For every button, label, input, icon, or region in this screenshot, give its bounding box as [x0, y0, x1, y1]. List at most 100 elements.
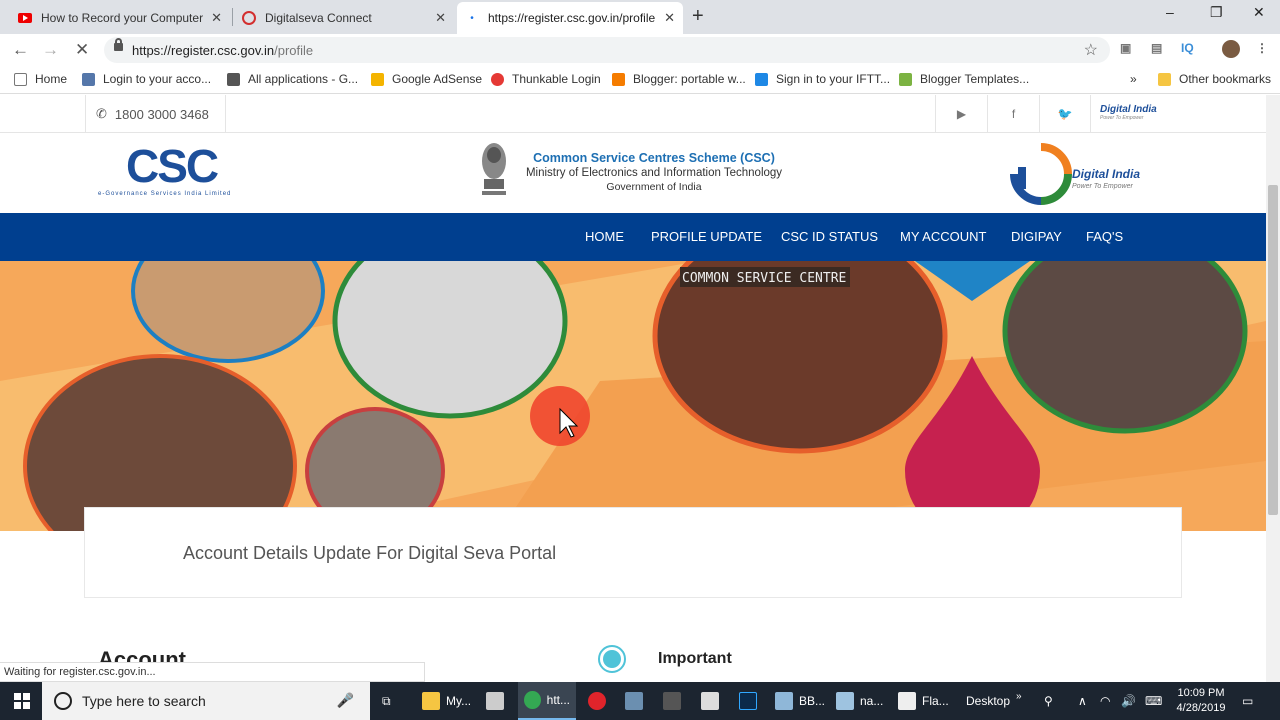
microphone-icon[interactable]: 🎤: [337, 692, 354, 709]
youtube-icon[interactable]: ▶: [935, 95, 987, 133]
digital-india-tagline: Power To Empower: [1072, 183, 1133, 190]
url-path: /profile: [274, 42, 314, 58]
bookmarks-bar: Home Login to your acco... All applicati…: [0, 66, 1280, 94]
app-icon: [625, 692, 643, 710]
windows-start-icon[interactable]: [14, 682, 30, 720]
nav-profile-update[interactable]: PROFILE UPDATE: [651, 213, 762, 261]
close-window-button[interactable]: ✕: [1253, 4, 1265, 21]
folder-icon: [1158, 72, 1171, 86]
nav-home[interactable]: HOME: [585, 213, 624, 261]
taskbar-search-input[interactable]: Type here to search 🎤: [42, 682, 370, 720]
page-scrollbar[interactable]: [1266, 95, 1280, 682]
show-hidden-icons-chevron-icon[interactable]: ∧: [1078, 682, 1087, 720]
ifttt-icon: [755, 72, 768, 86]
lock-icon: [114, 38, 123, 51]
new-tab-button[interactable]: +: [692, 5, 704, 28]
important-indicator-icon: [598, 645, 626, 673]
taskbar-app-tool4[interactable]: [701, 682, 725, 720]
volume-icon[interactable]: 🔊: [1121, 682, 1136, 720]
taskbar-app-tool2[interactable]: [625, 682, 649, 720]
keyboard-icon[interactable]: ⌨: [1145, 682, 1162, 720]
tab-title: https://register.csc.gov.in/profile: [488, 11, 656, 25]
profile-avatar[interactable]: [1222, 40, 1240, 58]
wifi-icon[interactable]: ◠: [1100, 682, 1110, 720]
csc-logo[interactable]: CSC e-Governance Services India Limited: [98, 141, 248, 201]
taskbar-app-tool3[interactable]: [663, 682, 687, 720]
bookmark-adsense[interactable]: Google AdSense: [371, 72, 482, 86]
taskbar-app-opera[interactable]: [588, 682, 612, 720]
close-tab-icon[interactable]: ✕: [211, 10, 222, 26]
tool-icon: [486, 692, 504, 710]
tab-youtube[interactable]: How to Record your Computer S ✕: [10, 2, 230, 34]
notification-icon[interactable]: ▭: [1242, 682, 1253, 720]
people-icon[interactable]: ⚲: [1044, 682, 1053, 720]
close-tab-icon[interactable]: ✕: [435, 10, 446, 26]
close-tab-icon[interactable]: ✕: [664, 10, 675, 26]
bookmark-label: Login to your acco...: [103, 72, 212, 86]
bookmark-thunkable[interactable]: Thunkable Login: [491, 72, 601, 86]
tab-title: Digitalseva Connect: [265, 11, 372, 25]
play-store-icon: [227, 72, 240, 86]
bookmark-label: Google AdSense: [392, 72, 483, 86]
header-logos: CSC e-Governance Services India Limited …: [0, 133, 1266, 213]
minimize-button[interactable]: –: [1166, 4, 1174, 20]
app-icon: [775, 692, 793, 710]
maximize-button[interactable]: ❐: [1210, 4, 1223, 21]
link-icon: [82, 72, 95, 86]
bookmark-ifttt[interactable]: Sign in to your IFTT...: [755, 72, 890, 86]
bookmark-blogger-templates[interactable]: Blogger Templates...: [899, 72, 1029, 86]
back-arrow-icon[interactable]: ←: [12, 40, 29, 60]
scheme-title-block: Common Service Centres Scheme (CSC) Mini…: [512, 151, 796, 193]
nav-digipay[interactable]: DIGIPAY: [1011, 213, 1062, 261]
nav-my-account[interactable]: MY ACCOUNT: [900, 213, 986, 261]
forward-arrow-icon[interactable]: →: [42, 40, 59, 60]
page-icon: [14, 72, 27, 86]
bookmark-home[interactable]: Home: [14, 72, 67, 86]
bookmarks-overflow-button[interactable]: »: [1130, 72, 1137, 86]
bookmark-login[interactable]: Login to your acco...: [82, 72, 211, 86]
desktop-toolbar[interactable]: Desktop »: [966, 682, 1022, 720]
taskbar-app-label: na...: [860, 694, 884, 708]
tab-digitalseva[interactable]: Digitalseva Connect ✕: [234, 2, 454, 34]
important-heading: Important: [658, 650, 732, 667]
task-view-icon[interactable]: ⧉: [382, 682, 391, 720]
taskbar-clock[interactable]: 10:09 PM 4/28/2019: [1168, 686, 1234, 716]
other-bookmarks[interactable]: Other bookmarks: [1158, 72, 1271, 86]
clock-time: 10:09 PM: [1177, 687, 1225, 699]
thunkable-icon: [491, 72, 504, 86]
taskbar-app-na[interactable]: na...: [836, 682, 883, 720]
digitalseva-icon: [242, 11, 256, 25]
twitter-icon[interactable]: 🐦: [1039, 95, 1091, 133]
banner-artwork: COMMON SERVICE CENTRE: [0, 261, 1266, 531]
scrollbar-thumb[interactable]: [1268, 185, 1278, 515]
tab-title: How to Record your Computer S: [41, 11, 206, 25]
page-title: Account Details Update For Digital Seva …: [183, 543, 557, 563]
taskbar-app-explorer[interactable]: My...: [422, 682, 471, 720]
bookmark-all-applications[interactable]: All applications - G...: [227, 72, 358, 86]
taskbar-app-tool[interactable]: [486, 682, 510, 720]
clock-date: 4/28/2019: [1176, 702, 1226, 714]
taskbar-app-bb[interactable]: BB...: [775, 682, 825, 720]
phone-icon: ✆: [96, 106, 107, 121]
taskbar-app-fla[interactable]: Fla...: [898, 682, 949, 720]
stop-loading-icon[interactable]: ✕: [75, 40, 89, 60]
bookmark-blogger[interactable]: Blogger: portable w...: [612, 72, 746, 86]
taskbar-app-label: BB...: [799, 694, 826, 708]
menu-dots-icon[interactable]: ⋮: [1256, 41, 1268, 55]
nav-faqs[interactable]: FAQ'S: [1086, 213, 1123, 261]
iq-extension-icon[interactable]: IQ: [1181, 41, 1194, 55]
taskbar-app-label: Fla...: [922, 694, 949, 708]
facebook-icon[interactable]: f: [987, 95, 1039, 133]
address-bar[interactable]: https://register.csc.gov.in/profile ☆: [104, 37, 1110, 63]
taskbar-app-chrome[interactable]: htt...: [518, 682, 576, 720]
tab-register-profile[interactable]: • https://register.csc.gov.in/profile ✕: [457, 2, 683, 34]
taskbar-app-photoshop[interactable]: [739, 682, 763, 720]
extension-icon[interactable]: ▤: [1151, 41, 1162, 55]
pdf-extension-icon[interactable]: ▣: [1120, 41, 1131, 55]
bookmark-star-icon[interactable]: ☆: [1084, 40, 1098, 60]
web-page: ✆ 1800 3000 3468 ▶ f 🐦 Digital India Powe…: [0, 95, 1266, 682]
page-title-card: Account Details Update For Digital Seva …: [84, 507, 1182, 598]
national-emblem-icon: [476, 139, 512, 203]
nav-csc-id-status[interactable]: CSC ID STATUS: [781, 213, 878, 261]
app-icon: [663, 692, 681, 710]
